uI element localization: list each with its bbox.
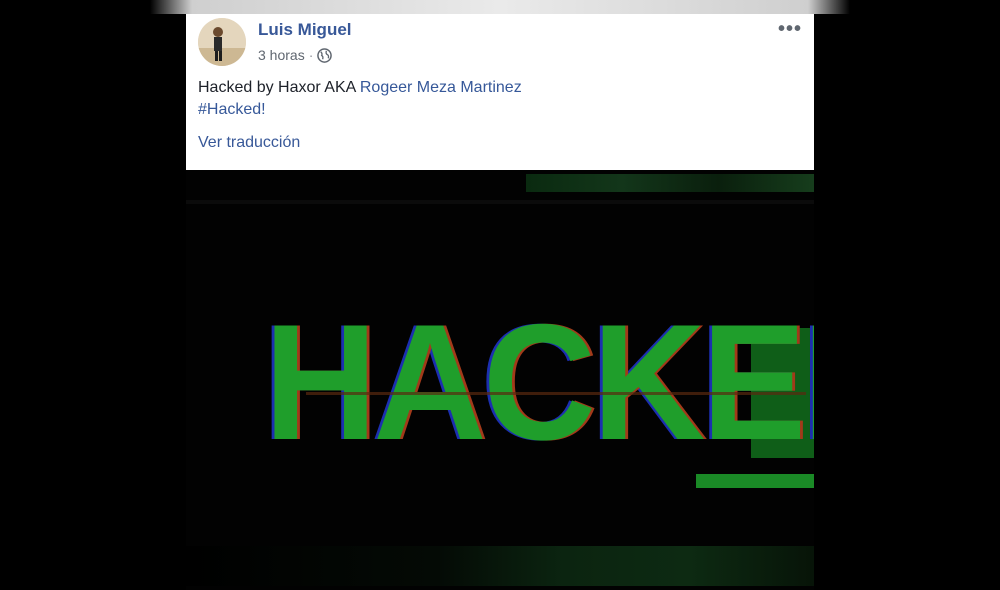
meta-separator: ·	[308, 47, 314, 63]
more-options-icon[interactable]: •••	[778, 18, 802, 41]
post-body: Hacked by Haxor AKA Rogeer Meza Martinez…	[198, 77, 522, 121]
globe-icon[interactable]	[317, 47, 333, 63]
glitch-line	[186, 546, 814, 586]
facebook-post: Luis Miguel 3 horas · ••• Hacked by Haxo…	[186, 14, 814, 170]
avatar-photo	[198, 18, 246, 66]
glitch-line	[186, 200, 814, 204]
mention-link[interactable]: Rogeer Meza Martinez	[360, 79, 522, 96]
post-time[interactable]: 3 horas	[258, 47, 305, 63]
post-meta: 3 horas ·	[258, 47, 333, 63]
see-translation-link[interactable]: Ver traducción	[198, 134, 300, 152]
author-name[interactable]: Luis Miguel	[258, 20, 352, 40]
glitch-line	[526, 174, 814, 192]
hacked-title: HACKED	[264, 290, 814, 474]
post-body-text: Hacked by Haxor AKA	[198, 79, 360, 96]
glitch-line	[306, 392, 806, 395]
post-image[interactable]: HACKED	[186, 170, 814, 590]
hashtag-link[interactable]: #Hacked!	[198, 99, 522, 121]
window-top-strip	[150, 0, 850, 14]
avatar[interactable]	[198, 18, 246, 66]
